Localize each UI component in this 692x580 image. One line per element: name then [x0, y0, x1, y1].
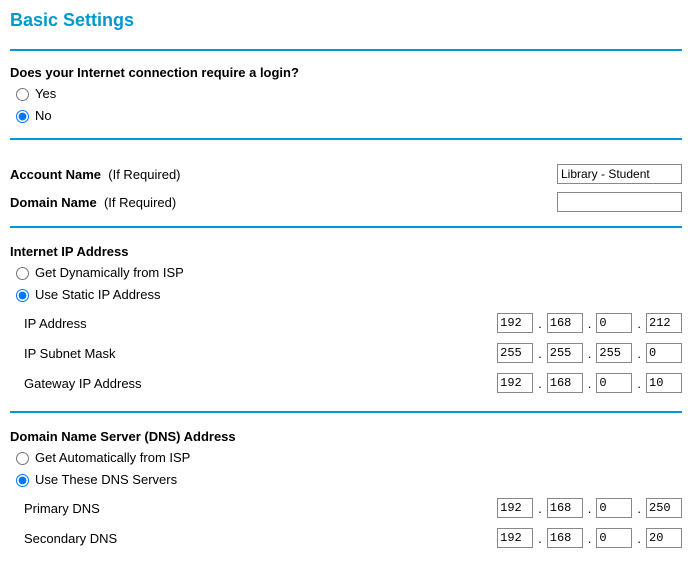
subnet-octet-3[interactable] — [596, 343, 632, 363]
ip-dynamic-row[interactable]: Get Dynamically from ISP — [16, 263, 682, 283]
dns-auto-row[interactable]: Get Automatically from ISP — [16, 448, 682, 468]
gateway-group: . . . — [497, 373, 682, 393]
account-name-label-group: Account Name (If Required) — [10, 167, 181, 182]
gateway-label: Gateway IP Address — [24, 376, 142, 391]
domain-name-label-group: Domain Name (If Required) — [10, 195, 176, 210]
subnet-octet-1[interactable] — [497, 343, 533, 363]
dot: . — [636, 316, 642, 331]
dns-auto-radio[interactable] — [16, 452, 29, 465]
ip-static-radio[interactable] — [16, 289, 29, 302]
dns-manual-label: Use These DNS Servers — [35, 470, 177, 490]
dot: . — [537, 501, 543, 516]
ip-address-octet-3[interactable] — [596, 313, 632, 333]
gateway-octet-4[interactable] — [646, 373, 682, 393]
subnet-octet-2[interactable] — [547, 343, 583, 363]
login-no-label: No — [35, 106, 52, 126]
login-yes-label: Yes — [35, 84, 56, 104]
ip-dynamic-radio[interactable] — [16, 267, 29, 280]
account-name-input[interactable] — [557, 164, 682, 184]
ip-address-octet-1[interactable] — [497, 313, 533, 333]
ip-dynamic-label: Get Dynamically from ISP — [35, 263, 184, 283]
secondary-dns-row: Secondary DNS . . . — [24, 526, 682, 550]
ip-static-row[interactable]: Use Static IP Address — [16, 285, 682, 305]
domain-name-label: Domain Name — [10, 195, 97, 210]
primary-dns-row: Primary DNS . . . — [24, 496, 682, 520]
ip-static-label: Use Static IP Address — [35, 285, 161, 305]
subnet-row: IP Subnet Mask . . . — [24, 341, 682, 365]
domain-name-hint: (If Required) — [104, 195, 176, 210]
secondary-dns-octet-4[interactable] — [646, 528, 682, 548]
login-yes-row[interactable]: Yes — [16, 84, 682, 104]
subnet-label: IP Subnet Mask — [24, 346, 116, 361]
subnet-octet-4[interactable] — [646, 343, 682, 363]
ip-address-group: . . . — [497, 313, 682, 333]
secondary-dns-octet-2[interactable] — [547, 528, 583, 548]
gateway-octet-2[interactable] — [547, 373, 583, 393]
primary-dns-group: . . . — [497, 498, 682, 518]
account-name-row: Account Name (If Required) — [10, 162, 682, 186]
login-prompt: Does your Internet connection require a … — [10, 65, 682, 80]
login-no-row[interactable]: No — [16, 106, 682, 126]
dns-auto-label: Get Automatically from ISP — [35, 448, 190, 468]
login-section: Does your Internet connection require a … — [10, 51, 682, 138]
dot: . — [587, 531, 593, 546]
primary-dns-octet-4[interactable] — [646, 498, 682, 518]
account-name-label: Account Name — [10, 167, 101, 182]
domain-name-row: Domain Name (If Required) — [10, 190, 682, 214]
primary-dns-octet-1[interactable] — [497, 498, 533, 518]
secondary-dns-label: Secondary DNS — [24, 531, 117, 546]
login-yes-radio[interactable] — [16, 88, 29, 101]
internet-ip-section: Internet IP Address Get Dynamically from… — [10, 230, 682, 411]
dns-manual-row[interactable]: Use These DNS Servers — [16, 470, 682, 490]
page-title: Basic Settings — [10, 10, 682, 31]
dot: . — [636, 346, 642, 361]
dot: . — [587, 376, 593, 391]
secondary-dns-octet-1[interactable] — [497, 528, 533, 548]
dot: . — [537, 531, 543, 546]
divider — [10, 411, 682, 413]
dot: . — [636, 531, 642, 546]
dot: . — [636, 501, 642, 516]
secondary-dns-group: . . . — [497, 528, 682, 548]
dot: . — [587, 316, 593, 331]
ip-address-label: IP Address — [24, 316, 87, 331]
ip-address-octet-2[interactable] — [547, 313, 583, 333]
dot: . — [537, 316, 543, 331]
primary-dns-label: Primary DNS — [24, 501, 100, 516]
dot: . — [587, 501, 593, 516]
internet-ip-heading: Internet IP Address — [10, 244, 682, 259]
dns-heading: Domain Name Server (DNS) Address — [10, 429, 682, 444]
primary-dns-octet-3[interactable] — [596, 498, 632, 518]
dot: . — [537, 346, 543, 361]
dot: . — [587, 346, 593, 361]
gateway-row: Gateway IP Address . . . — [24, 371, 682, 395]
account-name-hint: (If Required) — [108, 167, 180, 182]
secondary-dns-octet-3[interactable] — [596, 528, 632, 548]
gateway-octet-3[interactable] — [596, 373, 632, 393]
account-section: Account Name (If Required) Domain Name (… — [10, 140, 682, 226]
dns-manual-radio[interactable] — [16, 474, 29, 487]
login-no-radio[interactable] — [16, 110, 29, 123]
primary-dns-octet-2[interactable] — [547, 498, 583, 518]
dot: . — [636, 376, 642, 391]
subnet-group: . . . — [497, 343, 682, 363]
dot: . — [537, 376, 543, 391]
gateway-octet-1[interactable] — [497, 373, 533, 393]
ip-address-row: IP Address . . . — [24, 311, 682, 335]
dns-section: Domain Name Server (DNS) Address Get Aut… — [10, 415, 682, 566]
ip-address-octet-4[interactable] — [646, 313, 682, 333]
divider — [10, 226, 682, 228]
domain-name-input[interactable] — [557, 192, 682, 212]
